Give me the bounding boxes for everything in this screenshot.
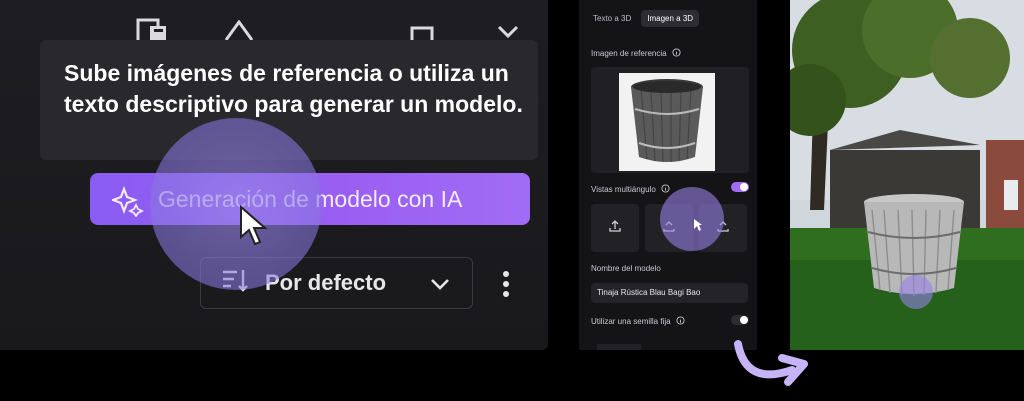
upload-icon (608, 219, 622, 238)
reference-image-heading: Imagen de referencia (591, 48, 681, 59)
model-generation-panel: Sube imágenes de referencia o utiliza un… (0, 0, 548, 350)
sort-dropdown[interactable]: Por defecto (200, 257, 473, 309)
fixed-seed-toggle[interactable] (731, 315, 749, 325)
click-highlight (660, 187, 724, 251)
mode-tabs: Texto a 3D Imagen a 3D (587, 10, 700, 27)
fixed-seed-heading: Utilizar una semilla fija (591, 316, 685, 327)
multiview-toggle[interactable] (731, 182, 749, 192)
curved-arrow-icon (732, 340, 822, 401)
sort-label: Por defecto (265, 270, 387, 295)
info-icon[interactable] (672, 48, 681, 59)
info-icon[interactable] (676, 316, 685, 327)
hint-tooltip: Sube imágenes de referencia o utiliza un… (40, 40, 538, 160)
kebab-icon[interactable] (500, 270, 512, 303)
mouse-cursor-icon (693, 218, 703, 237)
multiview-heading: Vistas multiángulo (591, 184, 670, 195)
generate-button-label: Generación de modelo con IA (158, 185, 463, 212)
multiview-label: Vistas multiángulo (591, 185, 656, 194)
tab-text-to-3d[interactable]: Texto a 3D (587, 10, 637, 27)
reference-image-dropzone[interactable] (591, 67, 749, 173)
reference-image (619, 73, 715, 171)
image-to-3d-settings-panel: Texto a 3D Imagen a 3D Imagen de referen… (579, 0, 757, 350)
model-name-heading: Nombre del modelo (591, 264, 661, 273)
info-icon[interactable] (661, 184, 670, 195)
ai-model-generation-button[interactable]: Generación de modelo con IA (90, 173, 530, 225)
reference-image-label: Imagen de referencia (591, 49, 667, 58)
sort-icon (221, 267, 249, 299)
fixed-seed-label: Utilizar una semilla fija (591, 317, 671, 326)
model-name-label: Nombre del modelo (591, 264, 661, 273)
tooltip-text: Sube imágenes de referencia o utiliza un… (64, 60, 523, 117)
chevron-down-icon (430, 270, 450, 296)
mouse-cursor-icon (238, 204, 268, 252)
seed-input-partial[interactable] (597, 344, 641, 350)
multiview-upload-slot[interactable] (591, 204, 639, 252)
tab-image-to-3d[interactable]: Imagen a 3D (641, 10, 700, 27)
model-name-input[interactable]: Tinaja Rústica Blau Bagi Bao (591, 283, 748, 303)
3d-scene-preview[interactable] (790, 0, 1024, 350)
sparkle-icon (109, 185, 145, 223)
